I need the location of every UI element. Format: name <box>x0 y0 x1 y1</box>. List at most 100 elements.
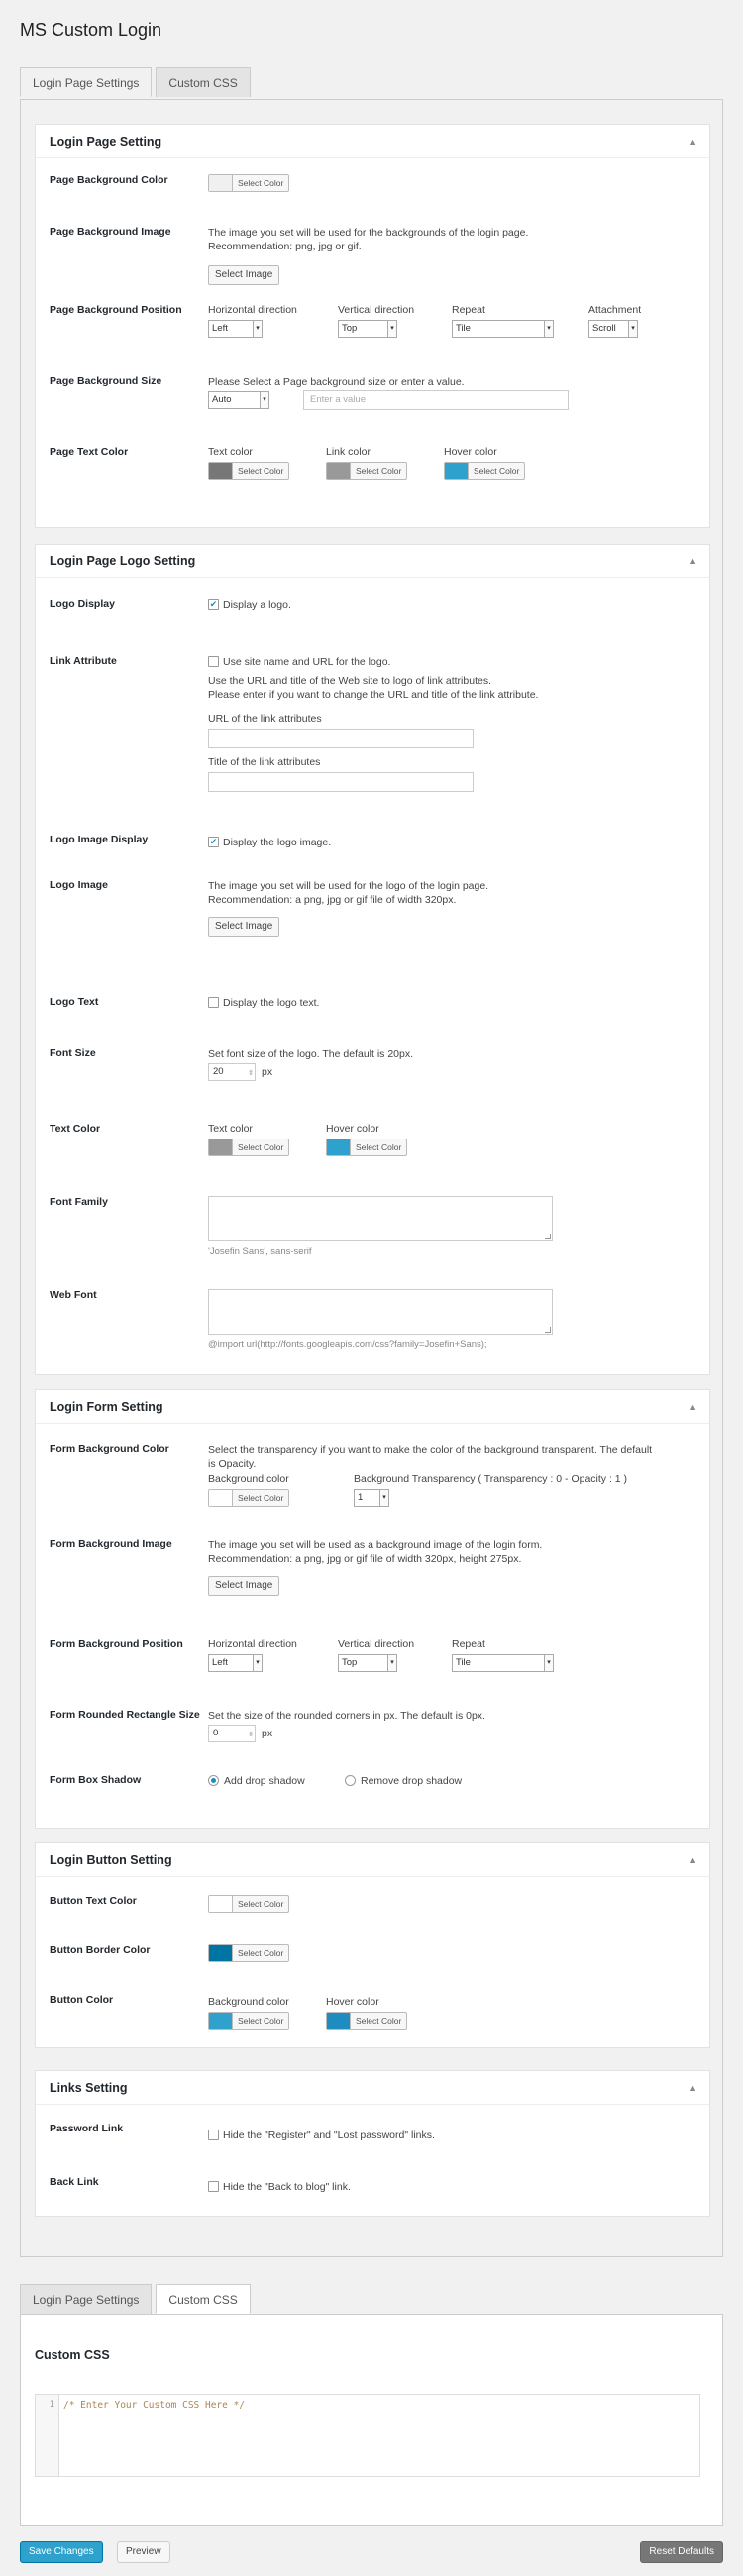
select-color-label: Select Color <box>238 178 284 188</box>
css-code-editor[interactable]: 1 /* Enter Your Custom CSS Here */ <box>35 2394 700 2477</box>
link-attr-checkbox[interactable] <box>208 656 219 667</box>
link-title-input[interactable] <box>208 772 474 792</box>
form-setting-box: Login Form Setting ▲ Form Background Col… <box>35 1389 710 1829</box>
form-repeat-select[interactable]: Tile ▾ <box>452 1654 554 1672</box>
page-pos-h-select[interactable]: Left ▾ <box>208 320 263 338</box>
text-color-picker[interactable]: Select Color <box>208 462 290 480</box>
logo-image-display-checkbox[interactable]: ✔ <box>208 837 219 847</box>
collapse-icon[interactable]: ▲ <box>689 1390 697 1424</box>
select-color-label: Select Color <box>356 466 402 476</box>
form-pos-h-select[interactable]: Left ▾ <box>208 1654 263 1672</box>
web-font-textarea[interactable] <box>208 1289 553 1335</box>
tab-bar-bottom: Login Page Settings Custom CSS <box>20 2284 255 2314</box>
select-image-button[interactable]: Select Image <box>208 265 280 285</box>
box-title: Login Button Setting <box>50 1853 172 1867</box>
box-header[interactable]: Login Form Setting ▲ <box>36 1390 709 1424</box>
box-header[interactable]: Login Page Setting ▲ <box>36 125 709 158</box>
row-label: Link Attribute <box>50 655 117 667</box>
page-attachment-select[interactable]: Scroll ▾ <box>588 320 638 338</box>
select-color-label: Select Color <box>238 1493 284 1503</box>
spinner-icon[interactable]: ⇳ <box>248 1066 254 1082</box>
transparency-select[interactable]: 1 ▾ <box>354 1489 389 1507</box>
page-bg-size-select[interactable]: Auto ▾ <box>208 391 269 409</box>
row-label: Text Color <box>50 1123 101 1135</box>
desc-line: Set font size of the logo. The default i… <box>208 1048 414 1060</box>
button-bg-color-picker[interactable]: Select Color <box>208 2012 290 2030</box>
desc-line: Recommendation: png, jpg or gif. <box>208 241 362 252</box>
logo-hover-color-picker[interactable]: Select Color <box>326 1139 408 1156</box>
reset-defaults-button[interactable]: Reset Defaults <box>640 2541 723 2563</box>
color-swatch <box>209 1896 233 1912</box>
preview-button[interactable]: Preview <box>117 2541 170 2563</box>
radio-label: Remove drop shadow <box>361 1775 463 1787</box>
box-header[interactable]: Login Button Setting ▲ <box>36 1843 709 1877</box>
select-form-image-button[interactable]: Select Image <box>208 1576 280 1596</box>
sublabel: Background color <box>208 1996 289 2008</box>
button-hover-color-picker[interactable]: Select Color <box>326 2012 408 2030</box>
form-pos-v-select[interactable]: Top ▾ <box>338 1654 397 1672</box>
select-value: Top <box>342 1657 358 1668</box>
add-shadow-radio[interactable] <box>208 1775 219 1786</box>
select-color-label: Select Color <box>238 466 284 476</box>
row-page-bg-position: Page Background Position Horizontal dire… <box>36 304 709 353</box>
row-back-link: Back Link Hide the "Back to blog" link. <box>36 2176 709 2206</box>
hide-back-link-checkbox[interactable] <box>208 2181 219 2192</box>
desc-line: Select the transparency if you want to m… <box>208 1444 653 1456</box>
sublabel: Link color <box>326 446 371 458</box>
desc-line: The image you set will be used for the l… <box>208 880 489 892</box>
logo-text-checkbox[interactable] <box>208 997 219 1008</box>
box-header[interactable]: Login Page Logo Setting ▲ <box>36 545 709 578</box>
row-label: Page Background Image <box>50 226 171 238</box>
row-label: Page Background Size <box>50 375 162 387</box>
sublabel: Text color <box>208 446 253 458</box>
tab-login-page-settings[interactable]: Login Page Settings <box>20 67 153 97</box>
page-bg-size-input[interactable]: Enter a value <box>303 390 569 410</box>
link-url-input[interactable] <box>208 729 474 748</box>
box-header[interactable]: Links Setting ▲ <box>36 2071 709 2105</box>
tab-custom-css[interactable]: Custom CSS <box>156 2284 251 2314</box>
sublabel: Background color <box>208 1473 289 1485</box>
box-title: Links Setting <box>50 2081 128 2095</box>
page-repeat-select[interactable]: Tile ▾ <box>452 320 554 338</box>
resize-handle-icon[interactable] <box>545 1234 551 1239</box>
resize-handle-icon[interactable] <box>545 1327 551 1333</box>
save-changes-button[interactable]: Save Changes <box>20 2541 103 2563</box>
form-bg-color-picker[interactable]: Select Color <box>208 1489 290 1507</box>
link-color-picker[interactable]: Select Color <box>326 462 408 480</box>
collapse-icon[interactable]: ▲ <box>689 545 697 578</box>
page-title: MS Custom Login <box>20 20 162 40</box>
code-line: /* Enter Your Custom CSS Here */ <box>63 2400 246 2411</box>
page-bg-color-picker[interactable]: Select Color <box>208 174 290 192</box>
sublabel: Hover color <box>326 1123 379 1135</box>
hover-color-picker[interactable]: Select Color <box>444 462 526 480</box>
tab-login-page-settings[interactable]: Login Page Settings <box>20 2284 153 2314</box>
select-color-label: Select Color <box>238 2016 284 2026</box>
desc-line: is Opacity. <box>208 1458 257 1470</box>
page-pos-v-select[interactable]: Top ▾ <box>338 320 397 338</box>
spinner-icon[interactable]: ⇳ <box>248 1728 254 1743</box>
select-value: Auto <box>212 394 232 405</box>
box-title: Login Form Setting <box>50 1400 163 1414</box>
hide-password-link-checkbox[interactable] <box>208 2130 219 2140</box>
tab-custom-css[interactable]: Custom CSS <box>156 67 251 97</box>
collapse-icon[interactable]: ▲ <box>689 1843 697 1877</box>
checkbox-label: Display the logo text. <box>223 997 320 1009</box>
rounded-size-input[interactable]: 0 ⇳ <box>208 1725 256 1742</box>
row-form-bg-image: Form Background Image The image you set … <box>36 1538 709 1608</box>
logo-display-checkbox[interactable]: ✔ <box>208 599 219 610</box>
settings-panel: Login Page Setting ▲ Page Background Col… <box>20 99 723 2257</box>
collapse-icon[interactable]: ▲ <box>689 125 697 158</box>
select-logo-image-button[interactable]: Select Image <box>208 917 280 937</box>
button-border-color-picker[interactable]: Select Color <box>208 1944 290 1962</box>
font-size-input[interactable]: 20 ⇳ <box>208 1063 256 1081</box>
chevron-down-icon: ▾ <box>253 321 262 337</box>
collapse-icon[interactable]: ▲ <box>689 2071 697 2105</box>
color-swatch <box>209 1490 233 1506</box>
color-swatch <box>327 463 351 479</box>
logo-text-color-picker[interactable]: Select Color <box>208 1139 290 1156</box>
select-color-label: Select Color <box>238 1142 284 1152</box>
button-text-color-picker[interactable]: Select Color <box>208 1895 290 1913</box>
color-swatch <box>209 1945 233 1961</box>
remove-shadow-radio[interactable] <box>345 1775 356 1786</box>
font-family-textarea[interactable] <box>208 1196 553 1241</box>
